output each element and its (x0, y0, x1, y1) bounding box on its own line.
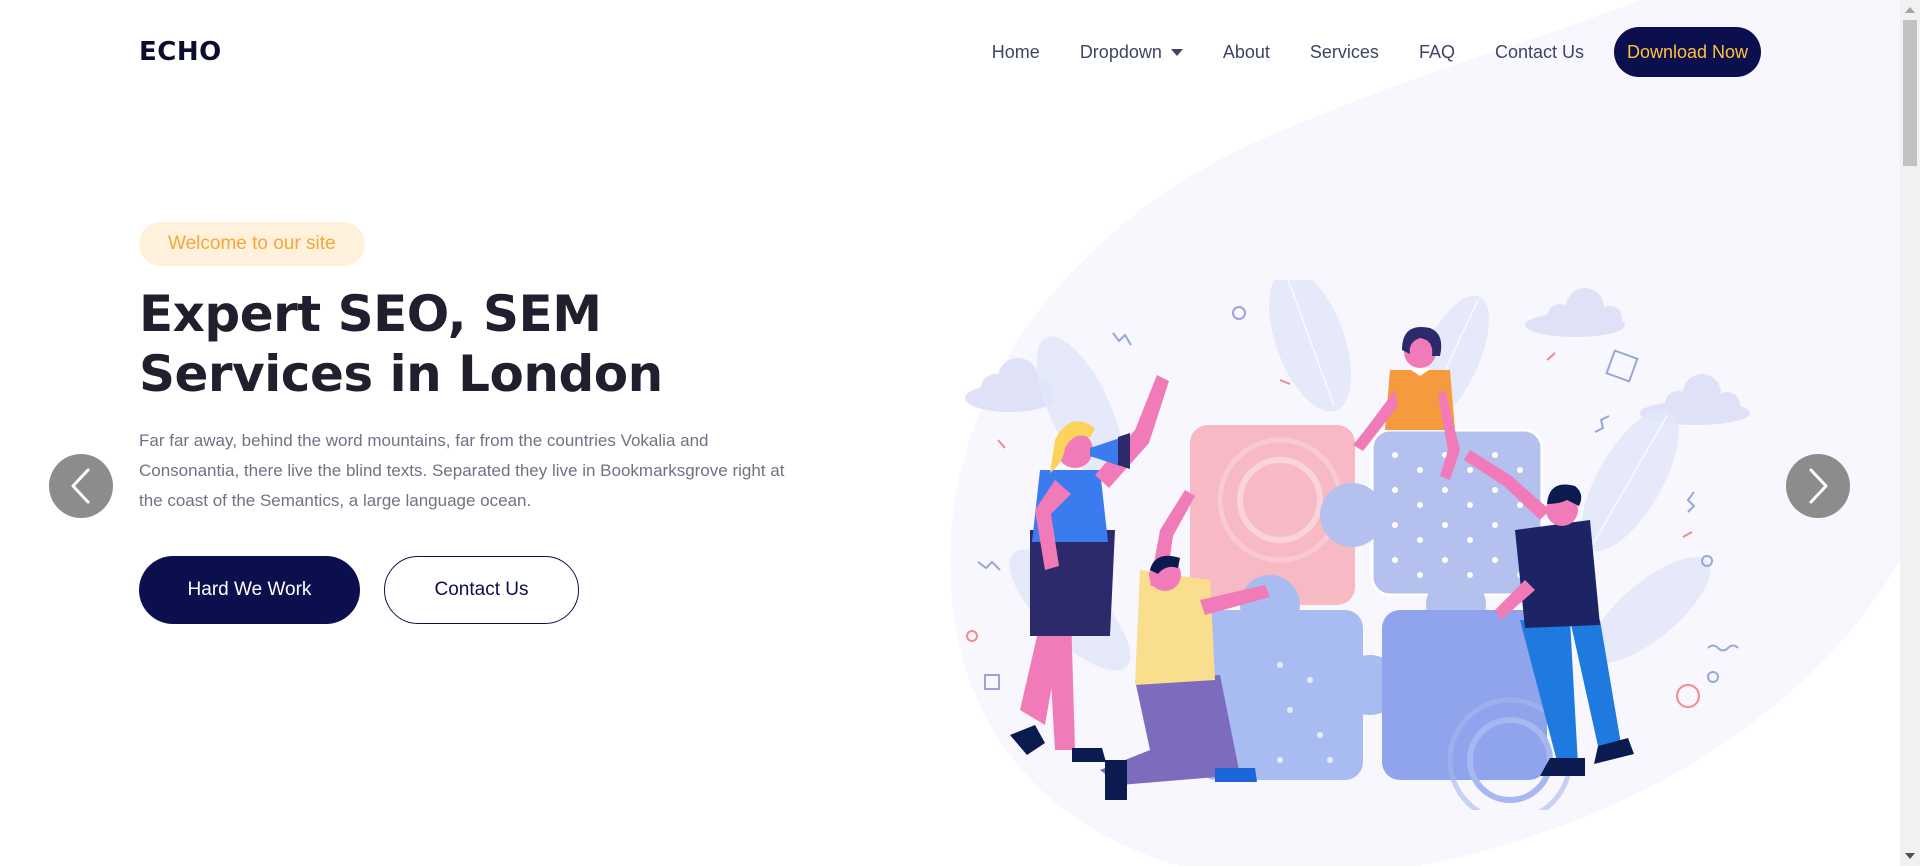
main-nav: Home Dropdown About Services FAQ Contact… (992, 27, 1761, 77)
nav-dropdown-label: Dropdown (1079, 41, 1162, 62)
download-now-button[interactable]: Download Now (1614, 27, 1761, 77)
cloud-icon (1525, 288, 1625, 337)
chevron-left-icon (71, 468, 90, 504)
hero-buttons: Hard We Work Contact Us (139, 556, 799, 624)
carousel-prev-button[interactable] (49, 454, 113, 518)
hero-description: Far far away, behind the word mountains,… (139, 431, 785, 510)
scrollbar-thumb[interactable] (1903, 20, 1917, 166)
nav-link-home[interactable]: Home (992, 42, 1040, 63)
teamwork-puzzle-illustration (965, 280, 1750, 810)
circle-decoration (1232, 306, 1246, 320)
site-header: ECHO Home Dropdown About Services FAQ Co… (139, 24, 1761, 80)
hero-title-line-1: Expert SEO, SEM (139, 285, 602, 343)
welcome-badge: Welcome to our site (139, 222, 365, 266)
carousel-next-button[interactable] (1786, 454, 1850, 518)
hero-title: Expert SEO, SEM Services in London (139, 284, 799, 404)
brand-logo[interactable]: ECHO (139, 37, 222, 67)
nav-link-about[interactable]: About (1223, 42, 1270, 63)
nav-link-contact[interactable]: Contact Us (1495, 42, 1584, 63)
hero-title-line-2: Services in London (139, 345, 663, 403)
nav-dropdown[interactable]: Dropdown (1080, 42, 1183, 63)
nav-link-services[interactable]: Services (1310, 42, 1379, 63)
chevron-right-icon (1809, 468, 1828, 504)
scroll-down-arrow-icon[interactable] (1905, 853, 1915, 859)
vertical-scrollbar[interactable] (1900, 0, 1920, 866)
caret-down-icon (1170, 48, 1183, 56)
scroll-up-arrow-icon[interactable] (1905, 7, 1915, 13)
contact-us-button[interactable]: Contact Us (384, 556, 579, 624)
hero-content: Welcome to our site Expert SEO, SEM Serv… (139, 222, 799, 624)
square-decoration (1605, 349, 1639, 383)
hard-we-work-button[interactable]: Hard We Work (139, 556, 360, 624)
nav-link-faq[interactable]: FAQ (1419, 42, 1455, 63)
